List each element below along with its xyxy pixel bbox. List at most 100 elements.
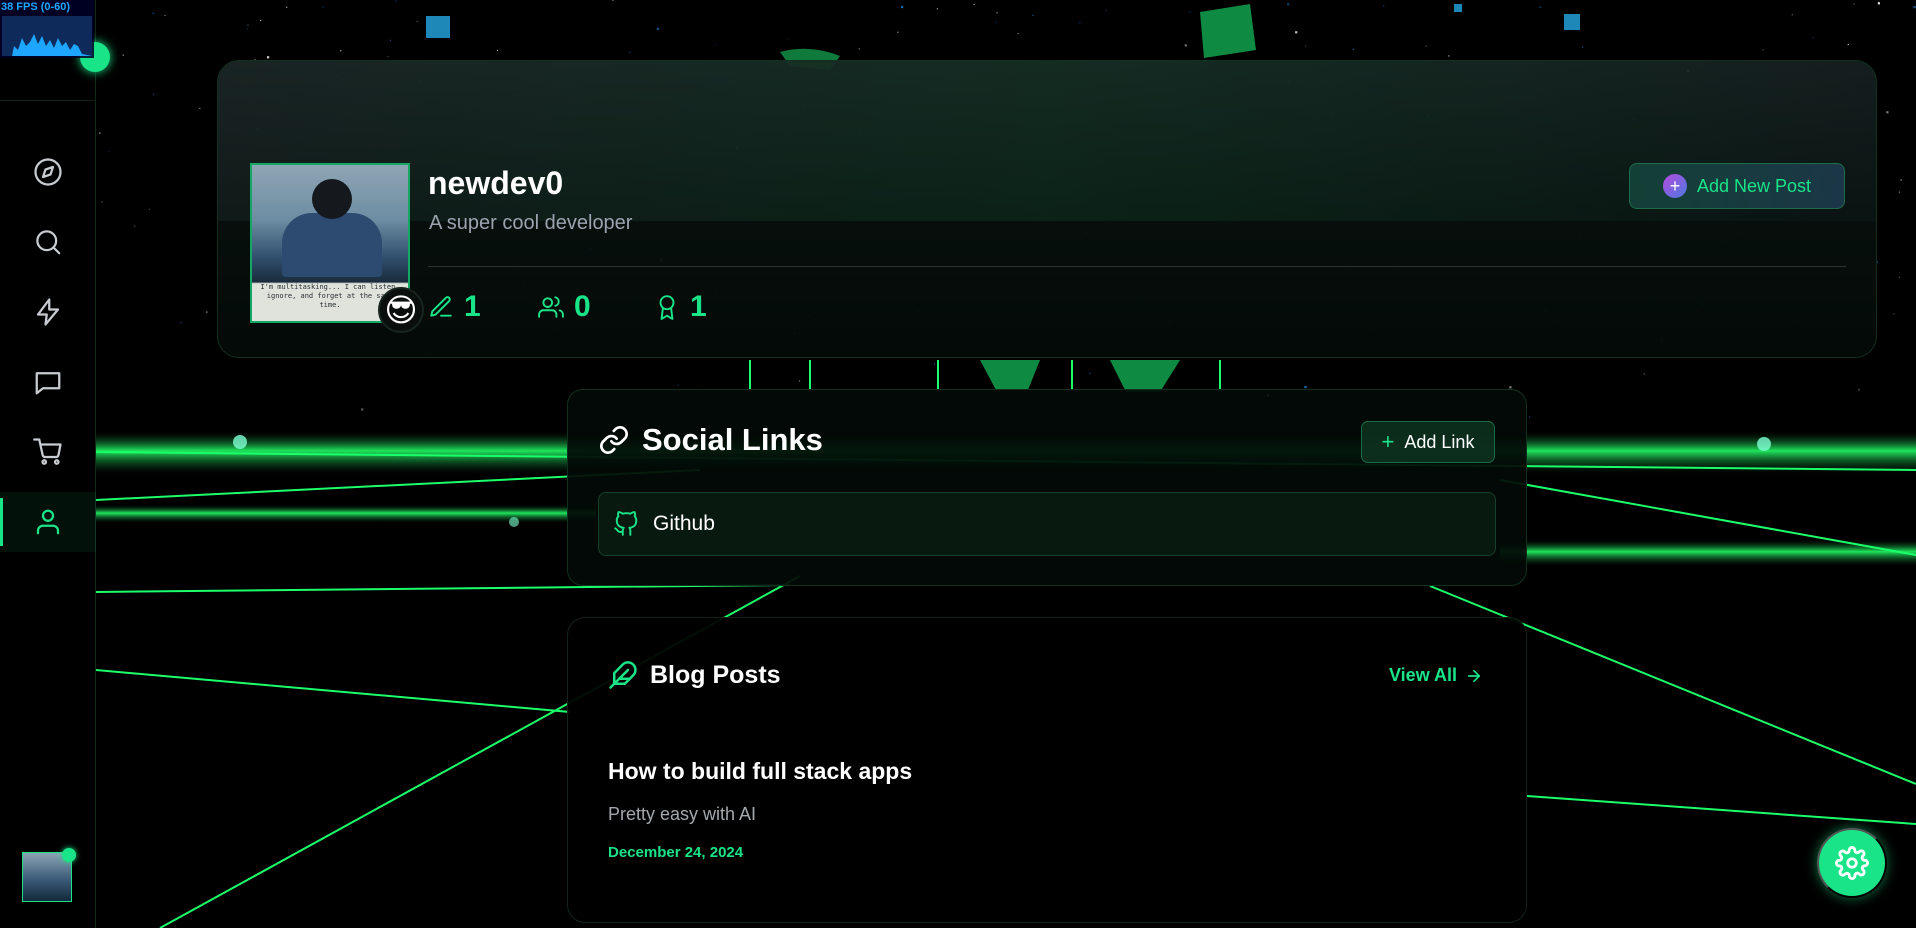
social-link-github[interactable]: Github [598,492,1496,556]
star [152,12,154,14]
sidebar-item-messages[interactable] [0,352,96,412]
profile-card: I'm multitasking... I can listen, ignore… [217,60,1877,358]
star [1032,14,1034,16]
star [387,56,389,58]
star [1017,33,1019,35]
sidebar-item-profile[interactable] [0,492,96,552]
stat-posts-value: 1 [464,290,481,323]
stat-posts[interactable]: 1 [428,289,481,325]
star [1898,276,1900,278]
blog-posts-card: Blog Posts View All How to build full st… [567,617,1527,923]
star [1886,111,1889,114]
star [340,50,342,52]
star [1898,191,1900,193]
profile-bio: A super cool developer [429,212,633,234]
blog-post-title[interactable]: How to build full stack apps [608,758,912,785]
star [246,28,248,30]
star [1791,14,1793,16]
star [934,363,936,365]
star [1893,313,1895,315]
link-icon [600,426,628,454]
star [714,44,716,46]
star [897,31,899,33]
star [180,322,182,324]
sidebar [0,0,96,928]
star [1105,10,1107,12]
social-links-card: Social Links + Add Link Github [567,389,1527,586]
sidebar-item-activity[interactable] [0,282,96,342]
blog-posts-title: Blog Posts [650,660,781,689]
star [1079,22,1081,24]
star [199,107,201,109]
star [1352,48,1354,50]
chat-icon [35,372,61,395]
gear-icon [1835,846,1869,880]
star [1184,44,1187,47]
compass-icon [34,158,62,186]
star [206,311,208,313]
star [496,49,498,51]
mood-emoji-badge[interactable]: 😎 [378,287,424,333]
star [996,12,998,14]
star [656,27,659,30]
feather-icon [609,661,637,689]
social-links-title: Social Links [642,422,823,457]
social-link-label: Github [653,512,715,535]
star [395,0,397,2]
star [1189,11,1191,13]
fps-meter: 38 FPS (0-60) [0,0,94,58]
star [99,132,101,134]
github-icon [614,511,638,536]
fps-graph [2,16,92,56]
star [1287,3,1290,6]
star [260,20,262,22]
sidebar-item-explore[interactable] [0,142,96,202]
star [787,38,789,40]
photo-figure-body [282,213,382,277]
blog-post-date: December 24, 2024 [608,844,744,861]
search-icon [36,230,61,255]
star [134,225,136,227]
view-all-label: View All [1389,665,1458,685]
add-new-post-button[interactable]: + Add New Post [1629,163,1845,209]
blog-posts-header: Blog Posts [608,660,781,690]
star [901,5,904,9]
star [1847,44,1849,46]
social-links-header: Social Links [598,422,823,458]
star [389,39,391,41]
stat-achievements[interactable]: 1 [654,289,707,325]
star [1304,386,1307,389]
star [677,384,679,386]
settings-button[interactable] [1817,828,1887,898]
view-all-link[interactable]: View All [1389,665,1483,686]
star [164,14,166,16]
star [122,54,124,56]
star [1539,6,1541,8]
star [247,24,249,26]
star [1900,179,1902,181]
star [1762,49,1764,51]
profile-username: newdev0 [428,165,564,201]
arrow-right-icon [1467,669,1481,682]
award-icon [659,295,675,320]
star [973,3,975,5]
star [1295,31,1298,34]
blog-post-excerpt: Pretty easy with AI [608,804,757,824]
stat-achievements-value: 1 [690,290,707,323]
star [108,151,110,153]
star [361,408,364,411]
star [153,93,155,95]
add-link-button[interactable]: + Add Link [1361,421,1495,463]
plus-icon: + [1662,174,1687,198]
star [1853,3,1855,5]
user-icon [36,509,60,535]
star [1425,45,1427,47]
sidebar-item-shop[interactable] [0,422,96,482]
stat-followers[interactable]: 0 [538,289,591,325]
star [1812,37,1814,39]
cart-icon [33,438,62,465]
star [936,8,938,10]
star [629,51,631,53]
users-icon [538,296,564,318]
sidebar-item-search[interactable] [0,212,96,272]
